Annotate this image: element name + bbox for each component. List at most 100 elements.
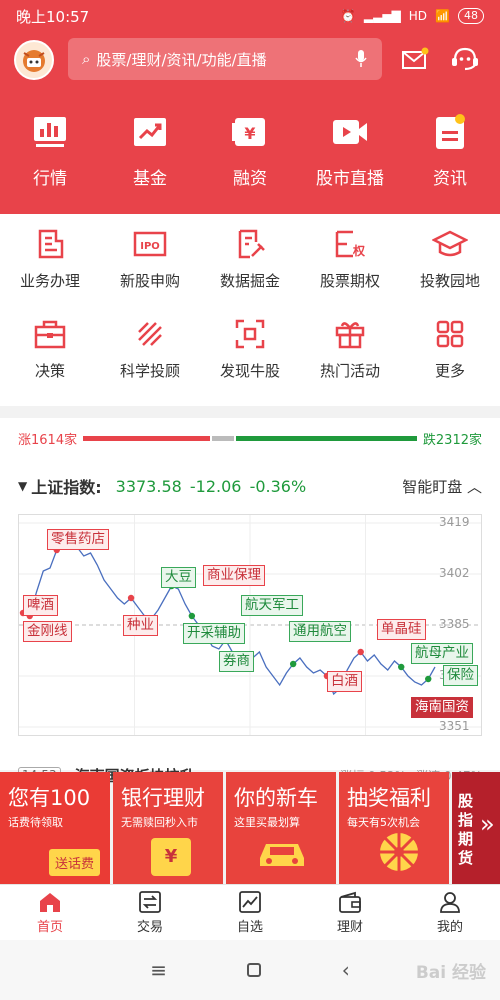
smart-watch-label: 智能盯盘: [402, 477, 463, 496]
option-icon: 权: [332, 226, 368, 262]
customer-service-button[interactable]: [448, 42, 482, 76]
promo-subtitle: 话费待领取: [8, 816, 63, 829]
gift-icon: [332, 316, 368, 352]
promo-title: 您有100: [8, 786, 91, 810]
chart-event-dot: [289, 660, 297, 668]
back-icon[interactable]: ‹: [342, 958, 350, 982]
search-input[interactable]: 股票/理财/资讯/功能/直播: [96, 49, 354, 70]
quick-nav-financing[interactable]: ¥ 融资: [200, 112, 300, 192]
tab-wealth[interactable]: 理财: [300, 885, 400, 940]
chart-annotation-tag[interactable]: 种业: [123, 615, 158, 636]
chart-annotation-tag[interactable]: 开采辅助: [183, 623, 245, 644]
chart-annotation-tag[interactable]: 单晶硅: [377, 619, 426, 640]
home-icon: [38, 890, 62, 914]
message-button[interactable]: [398, 42, 432, 76]
chart-annotation-tag[interactable]: 大豆: [161, 567, 196, 588]
breadth-bar: [83, 435, 417, 441]
menu-icon[interactable]: ≡: [150, 958, 167, 982]
chart-annotation-tag[interactable]: 商业保理: [203, 565, 265, 586]
chart-event-dot: [188, 612, 196, 620]
ipo-icon: IPO: [132, 226, 168, 262]
quick-nav-label: 行情: [33, 169, 67, 189]
chart-annotation-tag[interactable]: 海南国资: [411, 697, 473, 718]
focus-icon: [232, 316, 268, 352]
chart-event-dot: [425, 675, 432, 683]
trend-chart-icon: [130, 112, 170, 152]
promo-card-bank-wealth[interactable]: 银行理财 无需赎回秒入市 ¥: [113, 772, 223, 884]
function-grid: 业务办理 IPO 新股申购 数据掘金 权 股票期权 投教园地 决策 科学投顾 发…: [0, 214, 500, 406]
chart-event-dot: [357, 648, 364, 656]
watermark: Bai 经验: [415, 963, 486, 983]
chart-annotation-tag[interactable]: 航天军工: [241, 595, 303, 616]
grid-item-more[interactable]: 更多: [400, 304, 500, 394]
status-bar: 晚上10:57 ⏰ ▂▃▅▇ HD 📶 48: [0, 0, 500, 32]
grid-item-advisor[interactable]: 科学投顾: [100, 304, 200, 394]
promo-card-futures[interactable]: 股指期货 »: [452, 772, 500, 884]
grid-item-label: 业务办理: [19, 272, 80, 290]
grid-item-business[interactable]: 业务办理: [0, 214, 100, 304]
promo-card-new-car[interactable]: 你的新车 这里买最划算: [226, 772, 336, 884]
promo-subtitle: 这里买最划算: [234, 816, 300, 829]
chart-event-dot: [127, 594, 135, 602]
grid-item-education[interactable]: 投教园地: [400, 214, 500, 304]
breadth-bar-up: [83, 435, 210, 441]
quick-nav-market[interactable]: 行情: [0, 112, 100, 192]
index-change: -12.06: [189, 476, 242, 496]
advancers-count: 涨1614家: [18, 432, 78, 448]
grid-item-decision[interactable]: 决策: [0, 304, 100, 394]
grid-item-events[interactable]: 热门活动: [300, 304, 400, 394]
quick-nav-label: 基金: [133, 169, 167, 189]
decliners-count: 跌2312家: [422, 432, 482, 448]
user-icon: [438, 890, 462, 914]
chart-annotation-tag[interactable]: 金刚线: [23, 621, 72, 642]
index-value: 3373.58: [115, 476, 182, 496]
chevron-up-icon: ︿: [466, 477, 482, 496]
tab-trade[interactable]: 交易: [100, 885, 200, 940]
prize-wheel-icon: [377, 830, 421, 878]
chart-annotation-tag[interactable]: 白酒: [327, 671, 362, 692]
tab-label: 自选: [236, 920, 263, 935]
home-square-icon[interactable]: [247, 963, 262, 977]
quick-nav-news[interactable]: 资讯: [400, 112, 500, 192]
index-row[interactable]: ▼ 上证指数: 3373.58 -12.06 -0.36% 智能盯盘 ︿: [18, 472, 482, 500]
tab-mine[interactable]: 我的: [400, 885, 500, 940]
grid-item-ipo[interactable]: IPO 新股申购: [100, 214, 200, 304]
grid-item-data-mining[interactable]: 数据掘金: [200, 214, 300, 304]
chart-annotation-tag[interactable]: 保险: [443, 665, 478, 686]
tab-home[interactable]: 首页: [0, 885, 100, 940]
smart-watch-toggle[interactable]: 智能盯盘 ︿: [402, 476, 482, 497]
promo-card-phone-credit[interactable]: 您有100 话费待领取 送话费: [0, 772, 110, 884]
quick-nav-label: 资讯: [433, 169, 467, 189]
avatar[interactable]: [14, 40, 54, 80]
chart-annotation-tag[interactable]: 啤酒: [23, 595, 58, 616]
chevron-right-icon: »: [480, 810, 495, 838]
bottom-tab-bar: 首页 交易 自选 理财 我的: [0, 884, 500, 940]
microphone-icon[interactable]: [354, 49, 368, 69]
chart-annotation-tag[interactable]: 航母产业: [411, 643, 473, 664]
more-grid-icon: [432, 316, 468, 352]
chart-annotation-tag[interactable]: 通用航空: [289, 621, 351, 642]
quick-nav-fund[interactable]: 基金: [100, 112, 200, 192]
tab-label: 首页: [36, 920, 63, 935]
grid-item-options[interactable]: 权 股票期权: [300, 214, 400, 304]
search-icon: ⌕: [82, 50, 91, 68]
chart-y-tick: 3351: [439, 719, 470, 733]
tab-watchlist[interactable]: 自选: [200, 885, 300, 940]
headset-robot-icon: [452, 47, 478, 71]
grid-item-label: 发现牛股: [219, 362, 280, 380]
chart-annotation-tag[interactable]: 零售药店: [47, 529, 109, 550]
form-icon: [32, 226, 68, 262]
market-breadth[interactable]: 涨1614家 跌2312家: [18, 426, 482, 450]
quick-nav-live[interactable]: 股市直播: [300, 112, 400, 192]
index-chart[interactable]: 34193402338533683351零售药店啤酒金刚线种业大豆商业保理航天军…: [18, 514, 482, 736]
index-values: 3373.58 -12.06 -0.36%: [116, 477, 403, 496]
grid-item-label: 决策: [34, 362, 65, 380]
graduation-cap-icon: [432, 226, 468, 262]
chart-annotation-tag[interactable]: 券商: [219, 651, 254, 672]
grid-item-discover[interactable]: 发现牛股: [200, 304, 300, 394]
promo-card-lottery[interactable]: 抽奖福利 每天有5次机会: [339, 772, 449, 884]
search-bar[interactable]: ⌕ 股票/理财/资讯/功能/直播: [68, 38, 382, 80]
collapse-triangle-icon[interactable]: ▼: [18, 479, 27, 493]
quick-nav-label: 股市直播: [316, 169, 384, 189]
index-name: 上证指数:: [31, 478, 102, 497]
